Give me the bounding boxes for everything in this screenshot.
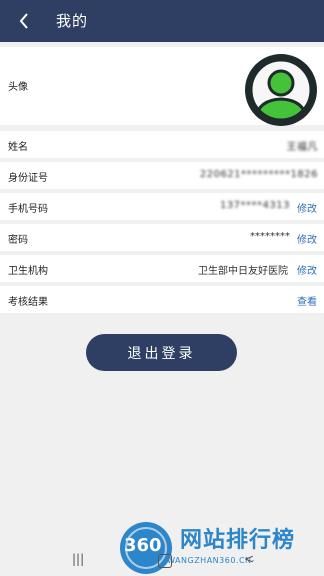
id-label: 身份证号 — [8, 173, 48, 184]
exam-view-link[interactable]: 查看 — [297, 293, 317, 308]
password-label: 密码 — [8, 235, 28, 246]
password-row: 密码 ******** 修改 — [0, 224, 324, 251]
phone-label: 手机号码 — [8, 204, 48, 215]
org-value: 卫生部中日友好医院 — [198, 266, 288, 277]
logout-button[interactable]: 退出登录 — [86, 334, 237, 371]
id-value: 220621*********1826 — [199, 169, 318, 180]
avatar[interactable] — [244, 53, 318, 127]
app-header: 我的 — [0, 0, 324, 42]
password-edit-link[interactable]: 修改 — [297, 231, 317, 246]
org-edit-link[interactable]: 修改 — [297, 262, 317, 277]
name-row: 姓名 王福凡 — [0, 131, 324, 158]
phone-value: 137****4313 — [219, 200, 290, 211]
phone-row: 手机号码 137****4313 修改 — [0, 193, 324, 220]
exam-result-row[interactable]: 考核结果 查看 — [0, 286, 324, 313]
org-label: 卫生机构 — [8, 266, 48, 277]
name-label: 姓名 — [8, 142, 28, 153]
name-value: 王福凡 — [286, 142, 318, 153]
home-icon[interactable] — [158, 554, 172, 568]
avatar-label: 头像 — [8, 82, 28, 93]
password-value: ******** — [250, 231, 290, 242]
id-row: 身份证号 220621*********1826 — [0, 162, 324, 189]
menu-icon[interactable]: ||| — [72, 552, 84, 566]
org-row: 卫生机构 卫生部中日友好医院 修改 — [0, 255, 324, 282]
system-navbar: ||| < — [0, 546, 324, 576]
page-title: 我的 — [56, 12, 89, 30]
back-icon[interactable]: < — [244, 552, 254, 566]
exam-label: 考核结果 — [8, 297, 48, 308]
chevron-left-icon — [19, 13, 28, 29]
avatar-row[interactable]: 头像 — [0, 47, 324, 127]
back-button[interactable] — [12, 8, 36, 34]
phone-edit-link[interactable]: 修改 — [297, 200, 317, 215]
